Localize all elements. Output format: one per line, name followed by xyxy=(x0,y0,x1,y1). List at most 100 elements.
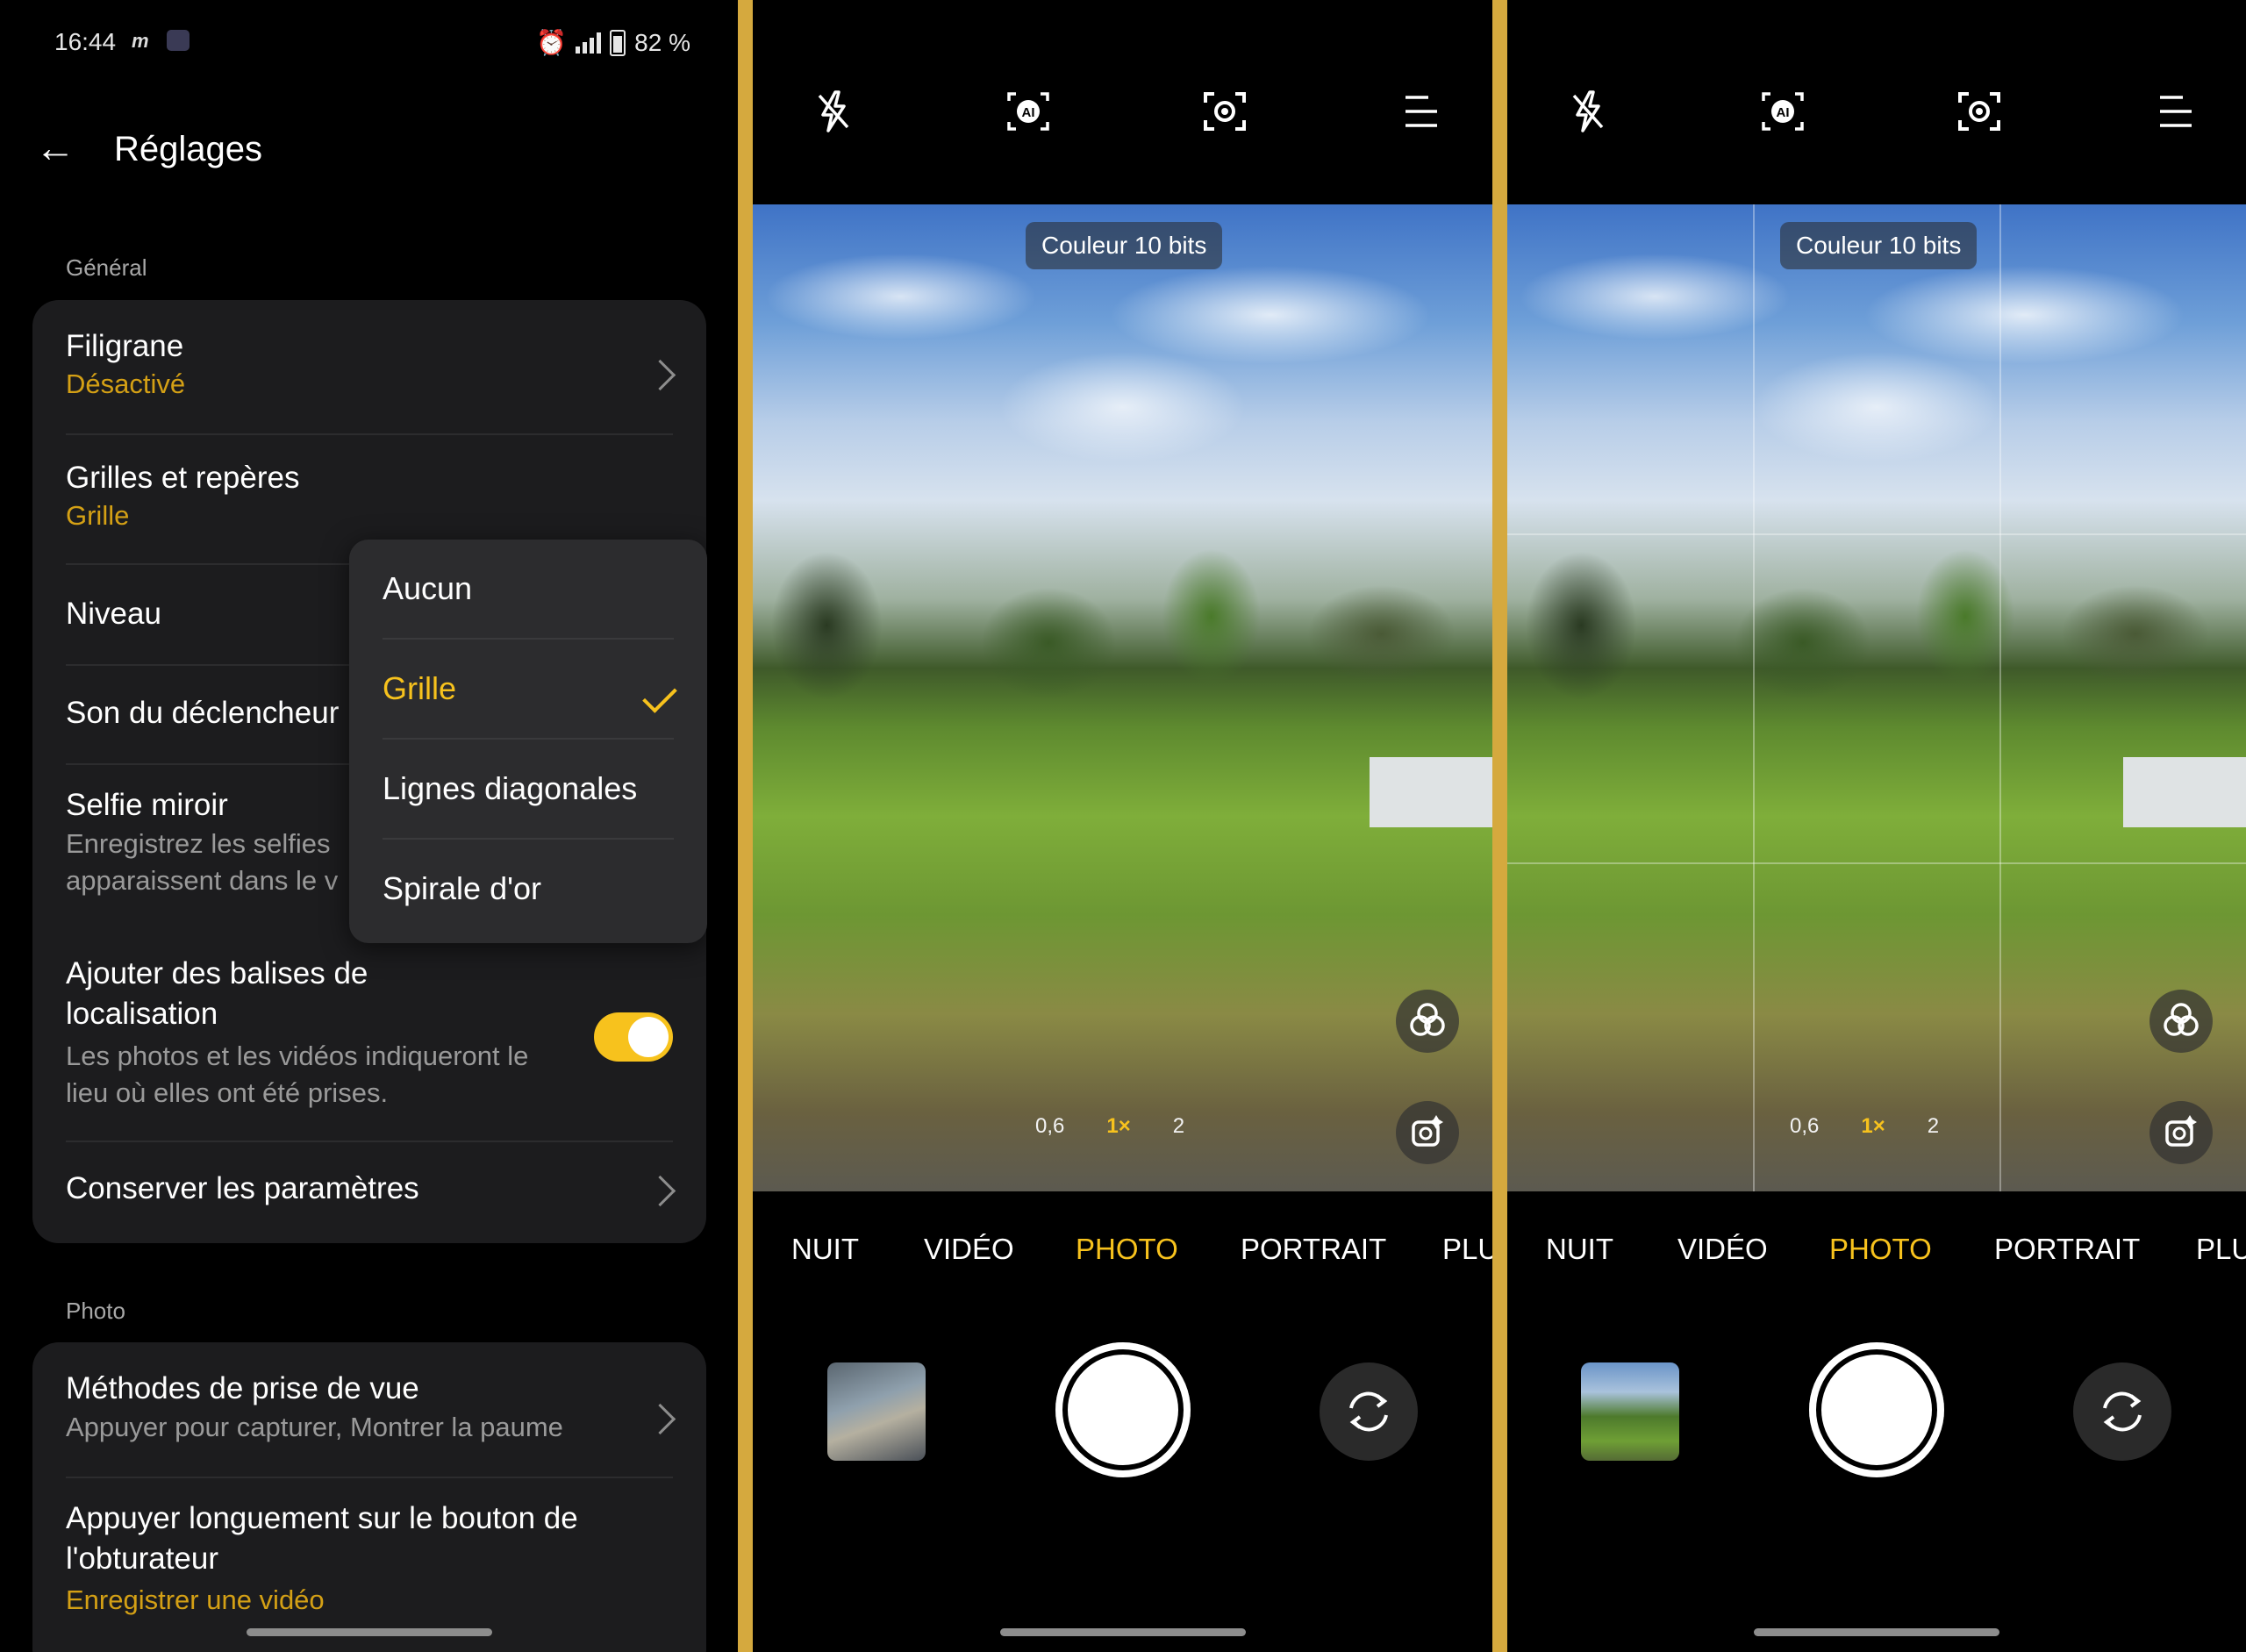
mode-nuit[interactable]: NUIT xyxy=(791,1233,859,1266)
camera-screen-with-grid: AI Couleur 10 bits 0,6 1× 2 NUIT VIDÉO P… xyxy=(1507,0,2246,1652)
camera-top-bar: AI xyxy=(753,83,1492,139)
home-indicator[interactable] xyxy=(1754,1628,1999,1636)
methodes-title: Méthodes de prise de vue xyxy=(66,1371,419,1405)
filigrane-row[interactable]: Filigrane Désactivé xyxy=(66,326,673,402)
filigrane-value: Désactivé xyxy=(66,368,186,399)
svg-text:AI: AI xyxy=(1022,105,1035,120)
header: ← Réglages xyxy=(35,123,262,175)
flash-off-icon[interactable] xyxy=(1560,83,1616,139)
zoom-main[interactable]: 1× xyxy=(1861,1114,1885,1139)
option-spirale-or[interactable]: Spirale d'or xyxy=(383,840,674,938)
mode-portrait[interactable]: PORTRAIT xyxy=(1241,1233,1386,1266)
grilles-value: Grille xyxy=(66,500,130,531)
page-title: Réglages xyxy=(114,129,263,168)
viewfinder-wall xyxy=(1370,757,1492,827)
focus-icon[interactable] xyxy=(1951,83,2007,139)
ten-bit-color-badge: Couleur 10 bits xyxy=(1026,222,1223,269)
zoom-main[interactable]: 1× xyxy=(1106,1114,1130,1139)
status-time: 16:44 xyxy=(54,28,117,55)
battery-icon xyxy=(610,29,626,56)
gallery-thumbnail[interactable] xyxy=(1581,1362,1679,1461)
viewfinder-wall xyxy=(2123,757,2246,827)
viewfinder-trees xyxy=(1507,538,2246,713)
camera-screen-no-grid: AI Couleur 10 bits 0,6 1× 2 NUIT VIDÉO P… xyxy=(753,0,1492,1652)
grilles-title: Grilles et repères xyxy=(66,461,300,495)
mode-nuit[interactable]: NUIT xyxy=(1546,1233,1613,1266)
camera-viewfinder[interactable] xyxy=(1507,204,2246,1191)
ai-icon[interactable]: AI xyxy=(1000,83,1056,139)
zoom-selector: 0,6 1× 2 xyxy=(1790,1114,1939,1139)
notification-icon: m xyxy=(132,30,149,52)
mode-video[interactable]: VIDÉO xyxy=(924,1233,1014,1266)
app-notification-icon xyxy=(167,30,190,51)
toggle-knob xyxy=(628,1017,669,1057)
camera-viewfinder[interactable] xyxy=(753,204,1492,1191)
zoom-selector: 0,6 1× 2 xyxy=(1035,1114,1184,1139)
grid-line xyxy=(1507,862,2246,864)
signal-icon xyxy=(576,32,602,54)
settings-screen: 16:44 m ⏰ 82 % ← Réglages Général Filigr… xyxy=(0,0,738,1652)
home-indicator[interactable] xyxy=(246,1628,492,1636)
menu-icon[interactable] xyxy=(2148,83,2204,139)
option-aucun[interactable]: Aucun xyxy=(383,540,674,638)
balises-desc-line1: Les photos et les vidéos indiqueront le xyxy=(66,1041,529,1071)
zoom-tele[interactable]: 2 xyxy=(1928,1114,1939,1139)
mode-plus[interactable]: PLU xyxy=(1442,1233,1492,1266)
section-general-label: Général xyxy=(66,254,147,281)
ten-bit-color-badge: Couleur 10 bits xyxy=(1780,222,1978,269)
appuyer-title-line2: l'obturateur xyxy=(66,1541,219,1576)
zoom-wide[interactable]: 0,6 xyxy=(1035,1114,1064,1139)
divider xyxy=(66,1141,673,1142)
mode-selector: NUIT VIDÉO PHOTO PORTRAIT PLU xyxy=(1507,1233,2246,1277)
zoom-tele[interactable]: 2 xyxy=(1173,1114,1184,1139)
mode-photo[interactable]: PHOTO xyxy=(1829,1233,1932,1266)
mode-photo[interactable]: PHOTO xyxy=(1076,1233,1178,1266)
camera-top-bar: AI xyxy=(1507,83,2246,139)
balises-desc-line2: lieu où elles ont été prises. xyxy=(66,1077,389,1108)
balises-row: Ajouter des balises de localisation Les … xyxy=(66,954,575,1112)
divider xyxy=(66,1477,673,1478)
focus-icon[interactable] xyxy=(1197,83,1253,139)
gallery-thumbnail[interactable] xyxy=(827,1362,926,1461)
option-lignes-diagonales[interactable]: Lignes diagonales xyxy=(383,740,674,838)
back-arrow-icon[interactable]: ← xyxy=(35,127,79,171)
grilles-row[interactable]: Grilles et repères Grille xyxy=(66,458,673,533)
conserver-title: Conserver les paramètres xyxy=(66,1171,419,1205)
appuyer-title-line1: Appuyer longuement sur le bouton de xyxy=(66,1501,578,1535)
mode-video[interactable]: VIDÉO xyxy=(1677,1233,1768,1266)
methodes-value: Appuyer pour capturer, Montrer la paume xyxy=(66,1412,563,1442)
appuyer-value: Enregistrer une vidéo xyxy=(66,1584,325,1615)
switch-camera-icon[interactable] xyxy=(2073,1362,2171,1461)
zoom-wide[interactable]: 0,6 xyxy=(1790,1114,1819,1139)
ai-icon[interactable]: AI xyxy=(1755,83,1811,139)
filters-icon[interactable] xyxy=(1396,990,1459,1053)
shutter-button[interactable] xyxy=(1809,1342,1944,1477)
section-photo-label: Photo xyxy=(66,1298,125,1324)
option-grille[interactable]: Grille xyxy=(383,640,674,738)
mode-plus[interactable]: PLU xyxy=(2196,1233,2246,1266)
svg-text:AI: AI xyxy=(1777,105,1790,120)
grid-line xyxy=(1753,204,1755,1191)
appuyer-row[interactable]: Appuyer longuement sur le bouton de l'ob… xyxy=(66,1498,673,1618)
photo-settings-card: Méthodes de prise de vue Appuyer pour ca… xyxy=(32,1342,706,1652)
status-bar: 16:44 m ⏰ 82 % xyxy=(0,25,738,63)
grid-options-dropdown: Aucun Grille Lignes diagonales Spirale d… xyxy=(349,540,707,943)
shutter-button[interactable] xyxy=(1055,1342,1191,1477)
mode-portrait[interactable]: PORTRAIT xyxy=(1994,1233,2140,1266)
retouch-icon[interactable] xyxy=(2149,1101,2213,1164)
menu-icon[interactable] xyxy=(1393,83,1449,139)
grid-line xyxy=(1999,204,2001,1191)
conserver-row[interactable]: Conserver les paramètres xyxy=(66,1169,673,1209)
location-tags-toggle[interactable] xyxy=(594,1012,673,1062)
viewfinder-trees xyxy=(753,538,1492,713)
switch-camera-icon[interactable] xyxy=(1320,1362,1418,1461)
home-indicator[interactable] xyxy=(999,1628,1246,1636)
filters-icon[interactable] xyxy=(2149,990,2213,1053)
balises-title-line2: localisation xyxy=(66,997,218,1031)
methodes-row[interactable]: Méthodes de prise de vue Appuyer pour ca… xyxy=(66,1369,673,1446)
alarm-icon: ⏰ xyxy=(536,29,568,56)
flash-off-icon[interactable] xyxy=(805,83,862,139)
retouch-icon[interactable] xyxy=(1396,1101,1459,1164)
filigrane-title: Filigrane xyxy=(66,329,184,363)
balises-title-line1: Ajouter des balises de xyxy=(66,956,368,990)
